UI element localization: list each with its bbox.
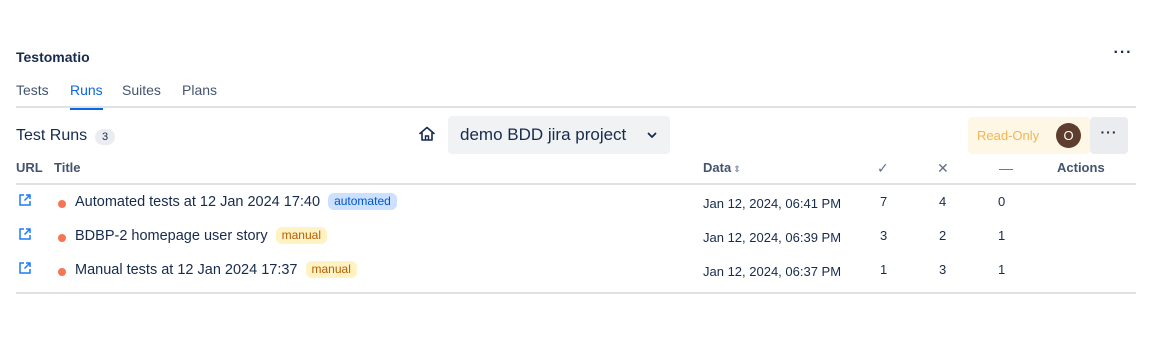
run-type-badge: manual xyxy=(275,227,327,244)
tab-tests[interactable]: Tests xyxy=(16,82,49,108)
header-data[interactable]: Data ⇕ xyxy=(703,160,741,175)
header-actions: Actions xyxy=(1057,160,1105,175)
tab-runs[interactable]: Runs xyxy=(70,82,103,110)
chevron-down-icon xyxy=(647,132,657,138)
more-actions-button[interactable]: ··· xyxy=(1090,117,1128,154)
skipped-count: 1 xyxy=(998,262,1006,277)
app-title: Testomatio xyxy=(16,49,90,65)
run-title[interactable]: BDBP-2 homepage user story manual xyxy=(75,227,327,244)
passed-count: 7 xyxy=(880,194,888,209)
table-body: Automated tests at 12 Jan 2024 17:40 aut… xyxy=(16,185,1136,294)
run-date: Jan 12, 2024, 06:39 PM xyxy=(703,230,842,245)
home-icon[interactable] xyxy=(417,124,437,144)
table-row[interactable]: BDBP-2 homepage user story manual Jan 12… xyxy=(16,222,1136,256)
run-title-text[interactable]: Manual tests at 12 Jan 2024 17:37 xyxy=(75,262,298,278)
run-title[interactable]: Automated tests at 12 Jan 2024 17:40 aut… xyxy=(75,193,397,210)
read-only-indicator: Read-Only O xyxy=(968,117,1090,154)
table-row[interactable]: Automated tests at 12 Jan 2024 17:40 aut… xyxy=(16,188,1136,222)
run-title-text[interactable]: BDBP-2 homepage user story xyxy=(75,228,268,244)
app-more-button[interactable]: ··· xyxy=(1112,45,1134,66)
run-date: Jan 12, 2024, 06:37 PM xyxy=(703,264,842,279)
passed-count: 1 xyxy=(880,262,888,277)
runs-count-badge: 3 xyxy=(95,129,115,145)
header-data-label: Data xyxy=(703,160,732,175)
header-skipped-icon: — xyxy=(999,160,1013,176)
runs-table: URL Title Data ⇕ ✓ ✕ — Actions Automated … xyxy=(16,157,1136,294)
tab-suites[interactable]: Suites xyxy=(122,82,161,108)
project-selector[interactable]: demo BDD jira project xyxy=(448,116,670,154)
header-title[interactable]: Title xyxy=(54,160,81,175)
header-failed-icon: ✕ xyxy=(937,160,949,176)
read-only-label: Read-Only xyxy=(977,128,1040,143)
external-link-icon[interactable] xyxy=(18,193,32,207)
header-url: URL xyxy=(16,160,43,175)
external-link-icon[interactable] xyxy=(18,261,32,275)
status-dot xyxy=(58,234,66,242)
run-title-text[interactable]: Automated tests at 12 Jan 2024 17:40 xyxy=(75,194,320,210)
tab-plans[interactable]: Plans xyxy=(182,82,217,108)
skipped-count: 0 xyxy=(998,194,1006,209)
project-name: demo BDD jira project xyxy=(460,125,627,144)
sort-icon[interactable]: ⇕ xyxy=(733,164,741,174)
status-dot xyxy=(58,268,66,276)
tab-bar: Tests Runs Suites Plans xyxy=(16,82,1136,110)
skipped-count: 1 xyxy=(998,228,1006,243)
passed-count: 3 xyxy=(880,228,888,243)
status-dot xyxy=(58,200,66,208)
run-title[interactable]: Manual tests at 12 Jan 2024 17:37 manual xyxy=(75,261,357,278)
external-link-icon[interactable] xyxy=(18,227,32,241)
failed-count: 4 xyxy=(939,194,947,209)
failed-count: 2 xyxy=(939,228,947,243)
run-type-badge: automated xyxy=(328,193,397,210)
avatar[interactable]: O xyxy=(1056,123,1081,148)
table-row[interactable]: Manual tests at 12 Jan 2024 17:37 manual… xyxy=(16,256,1136,290)
section-title: Test Runs xyxy=(16,127,88,144)
failed-count: 3 xyxy=(939,262,947,277)
table-header: URL Title Data ⇕ ✓ ✕ — Actions xyxy=(16,157,1136,185)
run-date: Jan 12, 2024, 06:41 PM xyxy=(703,196,842,211)
header-passed-icon: ✓ xyxy=(877,160,889,176)
run-type-badge: manual xyxy=(305,261,357,278)
